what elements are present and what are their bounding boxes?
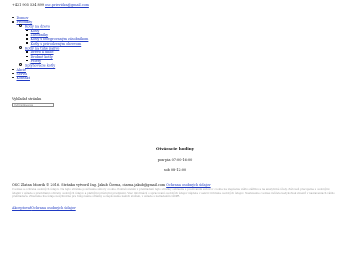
bullet-icon xyxy=(26,38,28,40)
top-contact-bar: +421 905 534 899 osc.prievidza@gmail.com xyxy=(12,3,89,7)
phone-number: +421 905 534 899 xyxy=(12,3,44,7)
bullet-icon xyxy=(12,68,14,71)
cookie-notice: Cookies a ochrana osobných údajov. Na te… xyxy=(12,188,335,199)
bullet-icon xyxy=(12,21,14,23)
menu-link[interactable]: Kontakt xyxy=(17,76,30,80)
email-link[interactable]: osc.prievidza@gmail.com xyxy=(45,3,89,7)
privacy-link[interactable]: Ochrana osobných údajov xyxy=(166,183,210,187)
cookie-privacy-link[interactable]: Ochrana osobných údajov xyxy=(31,206,75,210)
bullet-icon xyxy=(26,55,28,57)
bullet-icon xyxy=(19,45,22,49)
bullet-icon xyxy=(26,42,28,44)
accept-cookies-link[interactable]: Akceptovať xyxy=(12,206,31,210)
bullet-icon xyxy=(12,16,14,19)
footer-credits: OSC Zlatan Mozrik © 2016. Stránku vytvor… xyxy=(12,183,338,187)
bullet-icon xyxy=(26,29,28,32)
opening-hours-weekdays: pon-pia 07:00-16:00 xyxy=(157,158,193,162)
opening-hours-title: Otváracie hodiny xyxy=(156,146,194,151)
footer-copyright: OSC Zlatan Mozrik © 2016. Stránku vytvor… xyxy=(12,183,166,187)
menu-link[interactable]: Kotly s prirodzeným ohrevom xyxy=(31,42,82,46)
menu-link[interactable]: Splyňovacie kotly xyxy=(25,64,55,68)
menu-item-kontakt[interactable]: Kontakt xyxy=(12,76,88,80)
opening-hours-saturday: sob 08-12:00 xyxy=(163,168,187,172)
bullet-icon xyxy=(12,72,14,75)
bullet-icon xyxy=(26,34,28,36)
bullet-icon xyxy=(26,51,28,53)
bullet-icon xyxy=(12,76,14,79)
bullet-icon xyxy=(19,24,22,28)
main-menu: Domov Produkty Kotly na drevo Kotly Záso… xyxy=(12,16,88,80)
search-input[interactable] xyxy=(12,103,54,108)
search-label: Vyhľadať stránku xyxy=(12,97,42,101)
cookie-actions: AkceptovaťOchrana osobných údajov xyxy=(12,206,76,210)
bullet-icon xyxy=(26,59,28,62)
bullet-icon xyxy=(19,62,22,66)
